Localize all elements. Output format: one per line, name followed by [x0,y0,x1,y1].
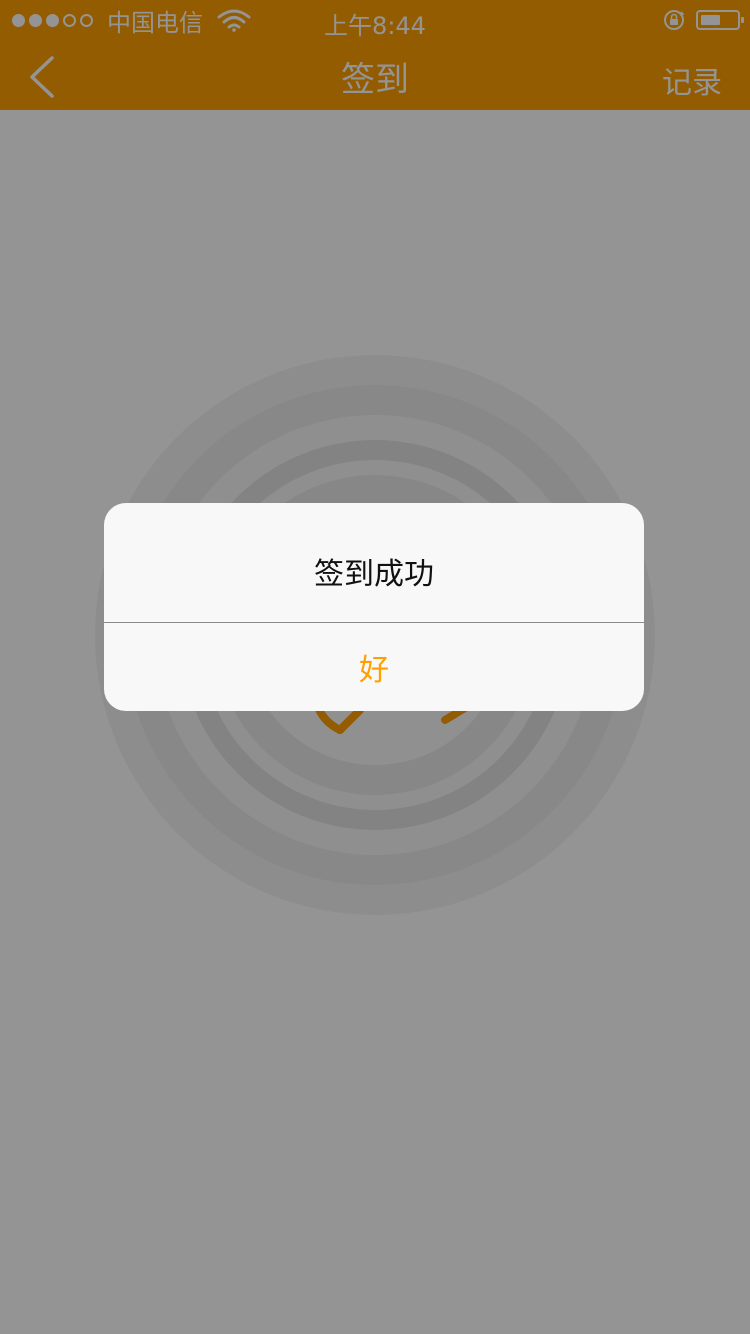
app: 中国电信 上午8:44 签到 记录 签到成功 好 [0,0,750,1334]
alert-title: 签到成功 [314,557,434,592]
ok-button[interactable]: 好 [104,623,644,711]
success-alert: 签到成功 好 [104,503,644,711]
